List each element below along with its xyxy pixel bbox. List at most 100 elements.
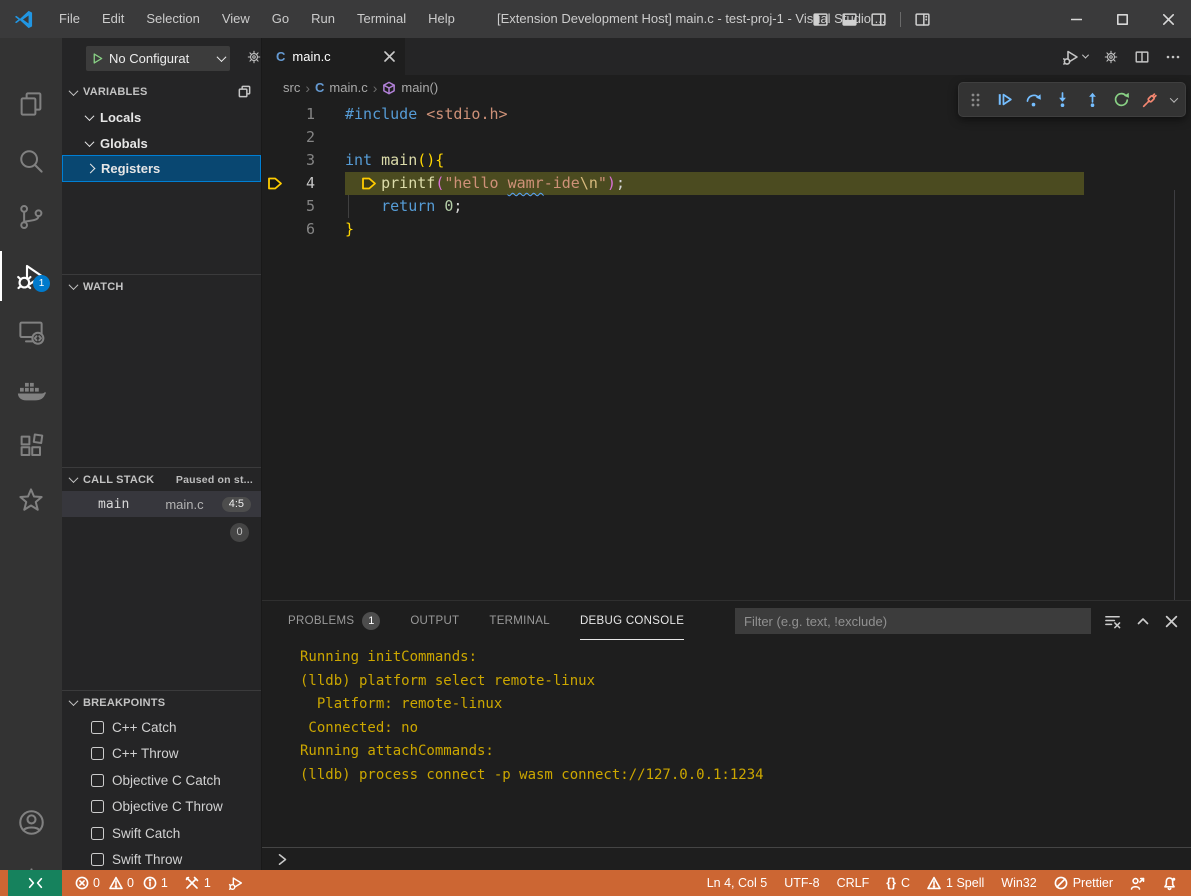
menu-item-selection[interactable]: Selection [135, 6, 210, 32]
watch-section-header[interactable]: WATCH [62, 274, 261, 298]
maximize-button[interactable] [1099, 0, 1145, 38]
close-tab-icon[interactable] [384, 51, 395, 62]
call-stack-frame-row[interactable]: main main.c 4:5 [62, 491, 261, 517]
breakpoint-checkbox[interactable] [91, 853, 104, 866]
menu-item-help[interactable]: Help [417, 6, 466, 32]
formatter-status[interactable]: Prettier [1054, 876, 1113, 890]
breakpoint-gutter[interactable] [267, 222, 283, 237]
breakpoint-checkbox[interactable] [91, 721, 104, 734]
breakpoint-checkbox[interactable] [91, 747, 104, 760]
breakpoint-gutter[interactable] [267, 107, 283, 122]
toggle-secondary-sidebar-icon[interactable] [871, 12, 886, 27]
minimize-button[interactable] [1053, 0, 1099, 38]
variables-scope-locals[interactable]: Locals [62, 104, 261, 130]
breakpoint-arrow-icon[interactable] [267, 176, 283, 191]
tab-main-c[interactable]: C main.c [262, 38, 405, 75]
breakpoint-checkbox[interactable] [91, 800, 104, 813]
encoding-indicator[interactable]: UTF-8 [784, 876, 819, 890]
breakpoints-section-header[interactable]: BREAKPOINTS [62, 690, 261, 714]
breakpoint-checkbox[interactable] [91, 827, 104, 840]
variables-section-header[interactable]: VARIABLES [62, 80, 261, 104]
variables-view-action-icon[interactable] [237, 84, 252, 99]
breakpoint-gutter[interactable] [267, 153, 283, 168]
debug-configuration-dropdown[interactable]: No Configurat [86, 46, 230, 71]
run-and-debug-icon[interactable] [0, 256, 62, 296]
run-or-debug-button[interactable] [1062, 48, 1088, 66]
notifications-bell[interactable] [1162, 876, 1177, 891]
split-editor-icon[interactable] [1134, 49, 1150, 65]
extensions-icon[interactable] [0, 426, 62, 466]
problems-status[interactable]: 0 0 1 [75, 876, 168, 890]
menu-item-run[interactable]: Run [300, 6, 346, 32]
menu-item-go[interactable]: Go [261, 6, 300, 32]
tab-terminal[interactable]: TERMINAL [489, 601, 550, 641]
debug-sidebar: No Configurat VARIABLES Locals Globals R… [62, 38, 262, 870]
menu-item-file[interactable]: File [48, 6, 91, 32]
more-actions-icon[interactable] [1165, 49, 1181, 65]
breakpoint-gutter[interactable] [267, 199, 283, 214]
editor-tab-bar: C main.c [262, 38, 1191, 75]
editor-gear-icon[interactable] [1103, 49, 1119, 65]
search-icon[interactable] [0, 141, 62, 181]
code-line-5[interactable]: 5 return 0; [262, 195, 1191, 218]
maximize-panel-icon[interactable] [1136, 614, 1150, 628]
breakpoint-item[interactable]: C++ Catch [62, 714, 261, 741]
call-stack-section-header[interactable]: CALL STACK Paused on st... [62, 467, 261, 491]
tools-icon [185, 876, 199, 890]
code-editor[interactable]: 1#include <stdio.h>23int main(){4 printf… [262, 100, 1191, 600]
chevron-down-icon [69, 280, 79, 290]
explorer-icon[interactable] [0, 84, 62, 124]
menu-item-terminal[interactable]: Terminal [346, 6, 417, 32]
line-number: 1 [290, 103, 315, 126]
breakpoint-checkbox[interactable] [91, 774, 104, 787]
bottom-panel: PROBLEMS 1 OUTPUT TERMINAL DEBUG CONSOLE [262, 600, 1191, 870]
clear-console-icon[interactable] [1104, 613, 1121, 630]
menu-item-view[interactable]: View [211, 6, 261, 32]
close-window-button[interactable] [1145, 0, 1191, 38]
cursor-position[interactable]: Ln 4, Col 5 [707, 876, 767, 890]
debug-console-input[interactable] [262, 847, 1191, 870]
breakpoint-label: Swift Catch [112, 826, 180, 841]
breakpoint-gutter[interactable] [267, 130, 283, 145]
remote-explorer-icon[interactable] [0, 312, 62, 352]
tab-debug-console[interactable]: DEBUG CONSOLE [580, 601, 684, 641]
accounts-icon[interactable] [0, 802, 62, 842]
debug-settings-gear-icon[interactable] [246, 49, 262, 65]
console-line: Connected: no [300, 717, 1191, 741]
source-control-icon[interactable] [0, 197, 62, 237]
feedback-status[interactable] [1130, 876, 1145, 891]
eol-indicator[interactable]: CRLF [837, 876, 870, 890]
language-mode[interactable]: {} C [886, 876, 910, 890]
docker-icon[interactable] [0, 370, 62, 410]
customize-layout-icon[interactable] [915, 12, 930, 27]
breadcrumb-file[interactable]: main.c [329, 80, 367, 95]
remote-indicator[interactable] [8, 870, 62, 896]
breakpoint-item[interactable]: Objective C Throw [62, 794, 261, 821]
spell-checker-status[interactable]: 1 Spell [927, 876, 984, 890]
breakpoint-item[interactable]: Objective C Catch [62, 767, 261, 794]
breakpoint-item[interactable]: Swift Catch [62, 820, 261, 847]
code-line-3[interactable]: 3int main(){ [262, 149, 1191, 172]
console-filter-input[interactable] [735, 608, 1091, 634]
breadcrumb-symbol[interactable]: main() [401, 80, 438, 95]
code-line-6[interactable]: 6} [262, 218, 1191, 241]
close-panel-icon[interactable] [1165, 615, 1178, 628]
code-line-1[interactable]: 1#include <stdio.h> [262, 103, 1191, 126]
tab-problems[interactable]: PROBLEMS 1 [288, 601, 380, 641]
tab-output[interactable]: OUTPUT [410, 601, 459, 641]
star-icon[interactable] [0, 480, 62, 520]
breakpoint-item[interactable]: C++ Throw [62, 741, 261, 768]
variables-scope-globals[interactable]: Globals [62, 130, 261, 156]
code-line-2[interactable]: 2 [262, 126, 1191, 149]
menu-item-edit[interactable]: Edit [91, 6, 135, 32]
tools-status[interactable]: 1 [185, 876, 211, 890]
debug-status[interactable] [228, 875, 244, 891]
call-stack-thread-row[interactable]: 0 [62, 519, 261, 545]
toggle-sidebar-icon[interactable] [813, 12, 828, 27]
platform-indicator[interactable]: Win32 [1001, 876, 1036, 890]
variables-scope-registers[interactable]: Registers [62, 155, 261, 182]
breadcrumb-folder[interactable]: src [283, 80, 300, 95]
start-debug-icon[interactable] [91, 52, 104, 65]
code-line-4[interactable]: 4 printf("hello wamr-ide\n"); [262, 172, 1191, 195]
toggle-panel-icon[interactable] [842, 12, 857, 27]
